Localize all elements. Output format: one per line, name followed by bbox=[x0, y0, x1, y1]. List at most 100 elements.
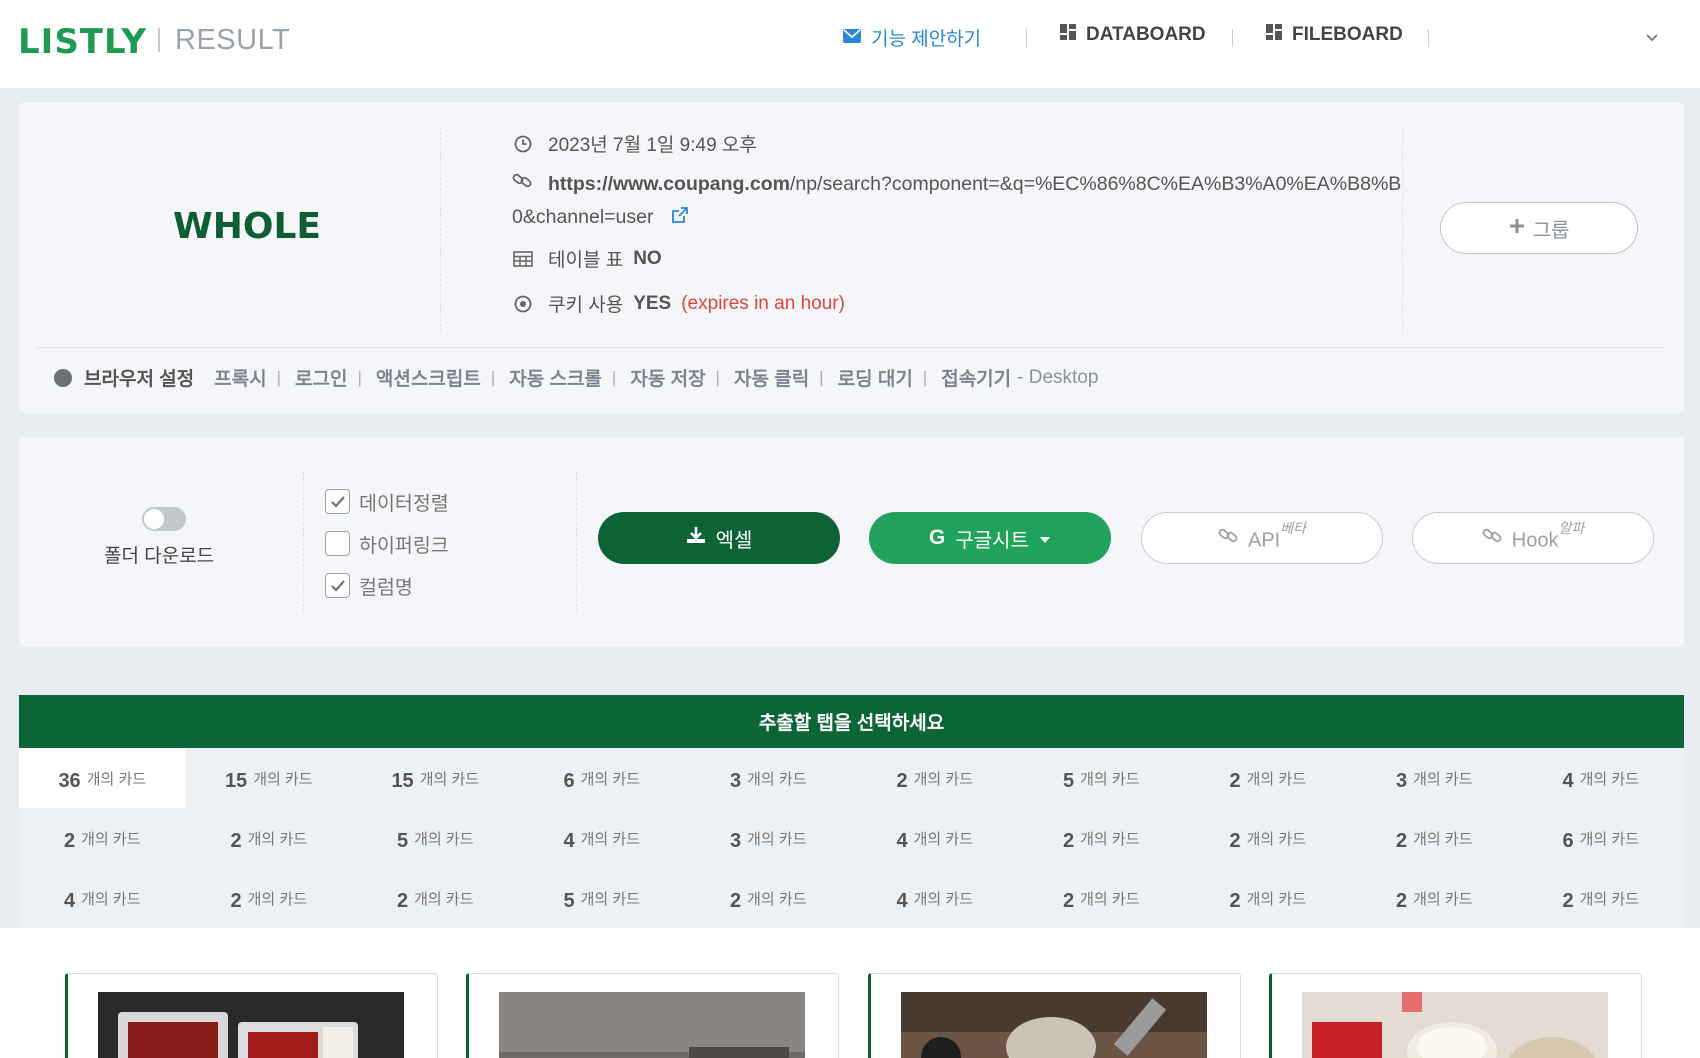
chevron-down-icon[interactable] bbox=[1645, 29, 1659, 47]
tab-card-count: 5 bbox=[397, 830, 409, 852]
tab-item[interactable]: 2 개의 카드 bbox=[1185, 808, 1352, 868]
option-loading-wait[interactable]: 로딩 대기 bbox=[838, 364, 913, 391]
result-card[interactable] bbox=[65, 973, 438, 1058]
tab-card-count: 2 bbox=[896, 770, 908, 792]
checkbox-column-name[interactable]: 컬럼명 bbox=[325, 571, 413, 600]
tab-card-unit: 개의 카드 bbox=[1579, 771, 1639, 788]
page-title: RESULT bbox=[175, 24, 291, 56]
tab-card-count: 3 bbox=[730, 770, 742, 792]
clock-icon bbox=[512, 133, 534, 155]
table-label: 테이블 표 bbox=[548, 250, 624, 271]
tab-card-count: 2 bbox=[730, 890, 742, 912]
tab-card-unit: 개의 카드 bbox=[913, 831, 973, 848]
tab-item[interactable]: 4 개의 카드 bbox=[519, 808, 686, 868]
google-sheets-button[interactable]: G 구글시트 bbox=[869, 512, 1111, 564]
tab-item[interactable]: 3 개의 카드 bbox=[685, 808, 852, 868]
tab-item[interactable]: 2 개의 카드 bbox=[186, 808, 353, 868]
tab-card-count: 2 bbox=[1229, 830, 1241, 852]
tab-card-unit: 개의 카드 bbox=[1579, 891, 1639, 908]
datetime-row: 2023년 7월 1일 9:49 오후 bbox=[512, 130, 757, 157]
result-card[interactable] bbox=[466, 973, 839, 1058]
excel-download-button[interactable]: 엑셀 bbox=[598, 512, 840, 564]
divider bbox=[303, 472, 304, 612]
cookie-expires: (expires in an hour) bbox=[681, 292, 845, 314]
folder-download-toggle[interactable] bbox=[142, 507, 186, 531]
option-proxy[interactable]: 프록시 bbox=[214, 364, 266, 391]
option-auto-save[interactable]: 자동 저장 bbox=[630, 364, 705, 391]
listly-logo[interactable]: LISTLY bbox=[18, 22, 147, 62]
link-icon bbox=[1482, 525, 1502, 551]
product-image[interactable] bbox=[1302, 992, 1608, 1058]
tab-item[interactable]: 4 개의 카드 bbox=[19, 868, 186, 928]
product-image[interactable] bbox=[499, 992, 805, 1058]
tab-card-count: 6 bbox=[1562, 830, 1574, 852]
tab-item[interactable]: 36 개의 카드 bbox=[19, 748, 186, 808]
nav-suggest-feature[interactable]: 기능 제안하기 bbox=[843, 24, 981, 51]
tab-item[interactable]: 5 개의 카드 bbox=[519, 868, 686, 928]
tab-item[interactable]: 3 개의 카드 bbox=[1351, 748, 1518, 808]
tab-card-count: 2 bbox=[1396, 830, 1408, 852]
product-image[interactable] bbox=[901, 992, 1207, 1058]
hook-button[interactable]: Hook알파 bbox=[1412, 512, 1654, 564]
tab-item[interactable]: 6 개의 카드 bbox=[519, 748, 686, 808]
tab-item[interactable]: 2 개의 카드 bbox=[1185, 868, 1352, 928]
tab-item[interactable]: 2 개의 카드 bbox=[1018, 868, 1185, 928]
tab-card-unit: 개의 카드 bbox=[419, 771, 480, 788]
dashboard-icon bbox=[1266, 24, 1282, 46]
browser-settings-label[interactable]: 브라우저 설정 bbox=[84, 364, 194, 391]
tab-item[interactable]: 2 개의 카드 bbox=[1351, 808, 1518, 868]
nav-fileboard[interactable]: FILEBOARD bbox=[1266, 24, 1403, 46]
checkbox-hyperlink[interactable]: 하이퍼링크 bbox=[325, 529, 449, 558]
tab-item[interactable]: 2 개의 카드 bbox=[1351, 868, 1518, 928]
nav-databoard[interactable]: DATABOARD bbox=[1060, 24, 1206, 46]
tab-card-count: 5 bbox=[563, 890, 575, 912]
divider bbox=[37, 347, 1665, 348]
nav-fileboard-label: FILEBOARD bbox=[1292, 24, 1403, 45]
top-bar: LISTLY RESULT 기능 제안하기 DATABOARD FILEBOAR… bbox=[0, 0, 1700, 88]
tab-item[interactable]: 2 개의 카드 bbox=[19, 808, 186, 868]
result-title: WHOLE bbox=[173, 206, 321, 247]
option-auto-scroll[interactable]: 자동 스크롤 bbox=[509, 364, 602, 391]
add-group-button[interactable]: 그룹 bbox=[1440, 202, 1638, 254]
external-link-icon[interactable] bbox=[671, 202, 689, 235]
target-icon bbox=[512, 293, 534, 315]
tab-item[interactable]: 2 개의 카드 bbox=[186, 868, 353, 928]
result-card[interactable] bbox=[868, 973, 1241, 1058]
tab-card-unit: 개의 카드 bbox=[414, 891, 474, 908]
tab-item[interactable]: 3 개의 카드 bbox=[685, 748, 852, 808]
tab-card-count: 6 bbox=[563, 770, 575, 792]
tab-item[interactable]: 2 개의 카드 bbox=[1185, 748, 1352, 808]
tab-item[interactable]: 5 개의 카드 bbox=[1018, 748, 1185, 808]
tab-card-count: 4 bbox=[896, 830, 908, 852]
tab-card-count: 2 bbox=[1063, 890, 1075, 912]
tab-item[interactable]: 2 개의 카드 bbox=[685, 868, 852, 928]
tab-item[interactable]: 2 개의 카드 bbox=[852, 748, 1019, 808]
tab-item[interactable]: 4 개의 카드 bbox=[852, 868, 1019, 928]
tab-item[interactable]: 4 개의 카드 bbox=[1518, 748, 1685, 808]
add-group-label: 그룹 bbox=[1532, 219, 1570, 242]
tab-item[interactable]: 2 개의 카드 bbox=[1018, 808, 1185, 868]
tab-card-count: 3 bbox=[730, 830, 742, 852]
tab-item[interactable]: 5 개의 카드 bbox=[352, 808, 519, 868]
product-image[interactable] bbox=[98, 992, 404, 1058]
source-url-link[interactable]: https://www.coupang.com/np/search?compon… bbox=[512, 173, 1401, 228]
api-button[interactable]: API베타 bbox=[1141, 512, 1383, 564]
tab-card-unit: 개의 카드 bbox=[1246, 891, 1306, 908]
tab-card-count: 4 bbox=[1562, 770, 1574, 792]
result-info-panel: WHOLE 2023년 7월 1일 9:49 오후 https://www.co… bbox=[19, 102, 1684, 413]
option-auto-click[interactable]: 자동 클릭 bbox=[734, 364, 809, 391]
result-card[interactable] bbox=[1269, 973, 1642, 1058]
tab-item[interactable]: 2 개의 카드 bbox=[1518, 868, 1685, 928]
tab-card-unit: 개의 카드 bbox=[414, 831, 474, 848]
cookie-label: 쿠키 사용 bbox=[548, 295, 624, 316]
tab-item[interactable]: 15 개의 카드 bbox=[186, 748, 353, 808]
checkbox-data-sort[interactable]: 데이터정렬 bbox=[325, 487, 449, 516]
tab-item[interactable]: 15 개의 카드 bbox=[352, 748, 519, 808]
tab-item[interactable]: 6 개의 카드 bbox=[1518, 808, 1685, 868]
tab-item[interactable]: 2 개의 카드 bbox=[352, 868, 519, 928]
option-actionscript[interactable]: 액션스크립트 bbox=[376, 364, 481, 391]
option-login[interactable]: 로그인 bbox=[295, 364, 347, 391]
divider bbox=[1402, 127, 1403, 332]
tab-item[interactable]: 4 개의 카드 bbox=[852, 808, 1019, 868]
option-device[interactable]: 접속기기 bbox=[941, 364, 1011, 391]
